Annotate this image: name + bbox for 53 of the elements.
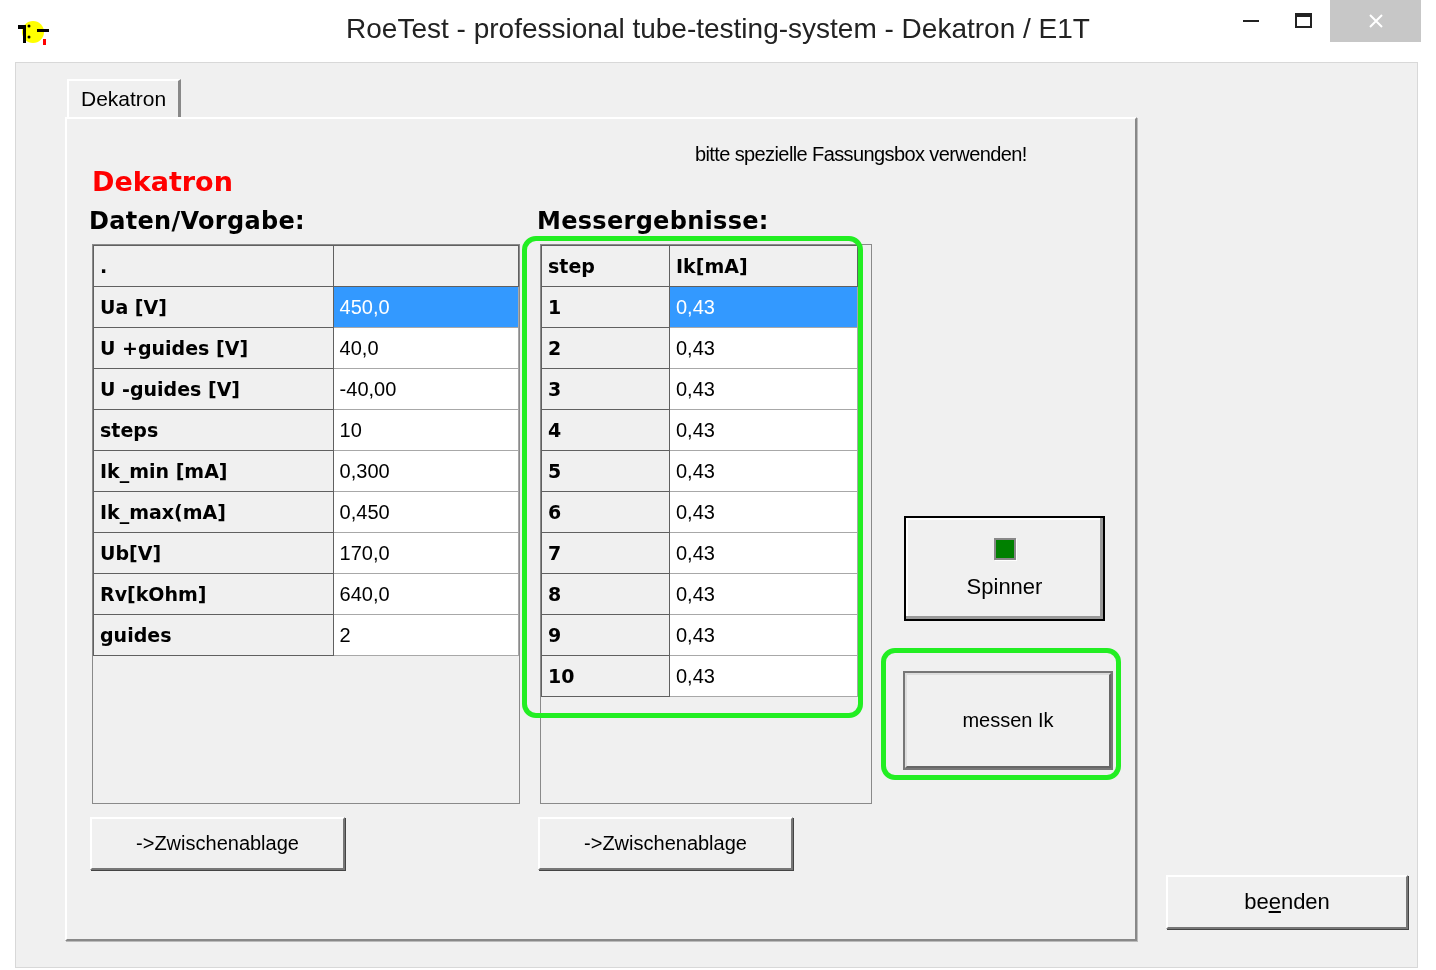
table-cell[interactable]: 0,450 [333,491,519,533]
row-header: Ik_min [mA] [93,450,334,492]
table-cell[interactable]: 0,43 [669,573,858,615]
table-cell[interactable]: 0,300 [333,450,519,492]
table-title: Messergebnisse: [537,207,770,237]
copy-to-clipboard-button[interactable]: ->Zwischenablage [538,817,793,870]
row-header: Ub[V] [93,532,334,574]
tab[interactable]: Dekatron [67,79,182,117]
table-cell[interactable]: 0,43 [669,409,858,451]
table-cell[interactable]: 0,43 [669,532,858,574]
measure-button[interactable]: messen Ik [904,672,1112,769]
row-header: 8 [541,573,670,615]
section-heading: Dekatron [92,166,233,197]
row-header: Ua [V] [93,286,334,328]
row-header: guides [93,614,334,656]
table-cell[interactable]: 0,43 [669,327,858,369]
maximize-icon [1294,13,1313,29]
spinner-button[interactable]: Spinner [904,516,1105,621]
row-header: U -guides [V] [93,368,334,410]
table-cell[interactable]: 640,0 [333,573,519,615]
copy-to-clipboard-button[interactable]: ->Zwischenablage [90,817,345,870]
column-header: Ik[mA] [669,245,858,287]
row-header: Ik_max(mA] [93,491,334,533]
table-cell[interactable]: 0,43 [669,368,858,410]
row-header: 2 [541,327,670,369]
notice-text: bitte spezielle Fassungsbox verwenden! [694,143,1027,167]
table-cell[interactable]: 0,43 [669,655,858,697]
close-icon [1367,13,1384,29]
minimize-icon [1242,19,1259,23]
table-cell[interactable]: 0,43 [669,614,858,656]
table-cell[interactable]: 0,43 [669,450,858,492]
table-cell[interactable]: 2 [333,614,519,656]
table-cell[interactable]: 10 [333,409,519,451]
table-title: Daten/Vorgabe: [89,207,306,237]
row-header: 10 [541,655,670,697]
row-header: 4 [541,409,670,451]
exit-button[interactable]: beenden [1166,875,1408,929]
window-title: RoeTest - professional tube-testing-system - Dekatron / E1T [345,13,1091,45]
row-header: steps [93,409,334,451]
row-header: 9 [541,614,670,656]
table-cell[interactable]: 170,0 [333,532,519,574]
table-cell[interactable]: 0,43 [669,491,858,533]
table-cell[interactable]: -40,00 [333,368,519,410]
row-header: U +guides [V] [93,327,334,369]
column-header: . [93,245,334,287]
row-header: 3 [541,368,670,410]
column-header: step [541,245,670,287]
row-header: Rv[kOhm] [93,573,334,615]
row-header: 5 [541,450,670,492]
row-header: 1 [541,286,670,328]
row-header: 6 [541,491,670,533]
row-header: 7 [541,532,670,574]
table-cell[interactable]: 40,0 [333,327,519,369]
